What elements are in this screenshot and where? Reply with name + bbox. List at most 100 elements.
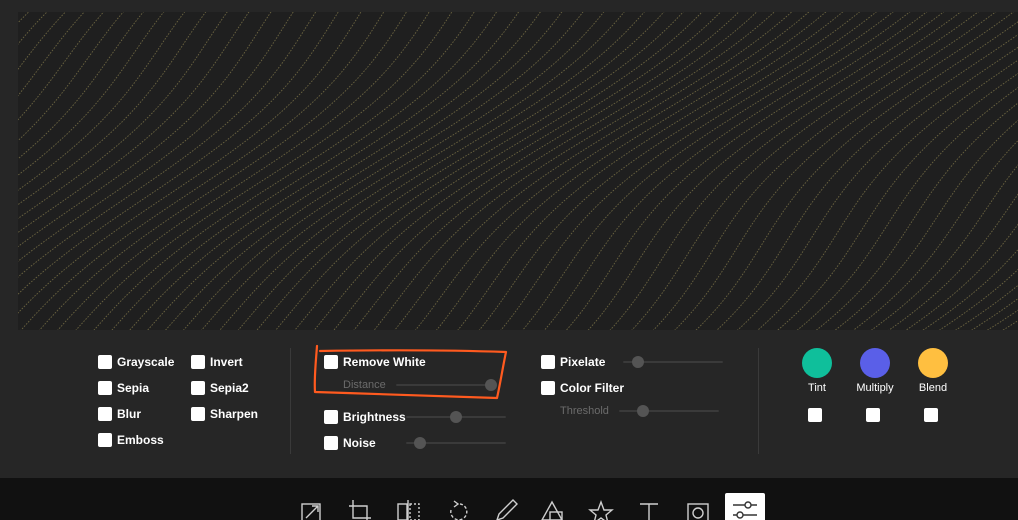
crop-tool[interactable] [345,490,373,520]
wave-line [333,12,740,330]
filter-color-filter[interactable]: Color Filter [541,380,624,396]
brightness-slider-thumb[interactable] [450,411,462,423]
filter-icon [733,501,757,519]
sepia-checkbox[interactable] [98,381,112,395]
multiply-color-swatch[interactable] [860,348,890,378]
threshold-slider[interactable] [619,405,719,417]
filter-grayscale[interactable]: Grayscale [98,354,174,370]
wave-line [716,34,1018,330]
wave-line [111,12,498,330]
tint-label: Tint [808,382,826,394]
filter-sharpen[interactable]: Sharpen [191,406,258,422]
shape-tool[interactable] [538,490,566,520]
remove-white-checkbox[interactable] [324,355,338,369]
wave-line [938,268,1018,330]
draw-icon [496,499,518,520]
rotate-tool[interactable] [443,490,471,520]
wave-line [695,21,1018,330]
color-filter-checkbox[interactable] [541,381,555,395]
resize-icon [301,503,321,520]
wave-line [18,12,144,160]
wave-line [18,12,272,248]
wave-line [18,12,67,70]
color-filter-label: Color Filter [560,381,625,395]
wave-line [737,46,1018,330]
blend-label: Blend [918,382,948,394]
grayscale-checkbox[interactable] [98,355,112,369]
emboss-label: Emboss [117,433,164,447]
sepia-label: Sepia [117,381,150,395]
invert-label: Invert [210,355,243,369]
distance-label: Distance [343,379,386,391]
threshold-slider-thumb[interactable] [637,405,649,417]
tint-checkbox[interactable] [808,408,822,422]
filter-pixelate[interactable]: Pixelate [541,354,605,370]
multiply-checkbox[interactable] [866,408,880,422]
filter-sepia[interactable]: Sepia [98,380,149,396]
text-tool[interactable] [635,490,663,520]
filter-sepia2[interactable]: Sepia2 [191,380,249,396]
bottom-toolbar [0,478,1018,520]
wave-line [18,12,207,206]
crop-icon [349,500,371,520]
wave-line [18,12,124,142]
wave-line [18,12,105,121]
icon-star-icon [588,500,614,520]
pixelate-slider-thumb[interactable] [632,356,644,368]
draw-tool[interactable] [491,490,519,520]
wave-line [757,59,1018,330]
wave-line [18,12,362,314]
image-canvas[interactable] [18,12,1018,330]
wave-line [237,12,645,330]
wave-line [18,12,85,97]
wave-line [1002,320,1018,330]
mask-tool[interactable] [684,490,712,520]
emboss-checkbox[interactable] [98,433,112,447]
sepia2-checkbox[interactable] [191,381,205,395]
filter-invert[interactable]: Invert [191,354,243,370]
filters-panel: Grayscale Sepia Blur Emboss Invert Sepia… [0,330,1018,478]
wave-line [18,12,317,278]
pixelate-checkbox[interactable] [541,355,555,369]
distance-slider[interactable] [396,379,497,391]
filter-tool[interactable] [725,493,765,520]
filter-remove-white[interactable]: Remove White [324,354,426,370]
blur-checkbox[interactable] [98,407,112,421]
wave-line [796,87,1018,330]
pixelate-label: Pixelate [560,355,606,369]
noise-label: Noise [343,436,376,450]
invert-checkbox[interactable] [191,355,205,369]
icon-tool[interactable] [587,490,615,520]
flip-tool[interactable] [394,490,422,520]
wave-line [93,12,475,330]
brightness-checkbox[interactable] [324,410,338,424]
filter-brightness[interactable]: Brightness [324,409,406,425]
flip-icon [397,500,420,520]
wave-line [609,12,962,330]
brightness-slider[interactable] [406,411,506,423]
distance-slider-thumb[interactable] [485,379,497,391]
noise-slider-thumb[interactable] [414,437,426,449]
noise-checkbox[interactable] [324,436,338,450]
wave-line [971,298,1018,330]
wave-line [18,12,294,262]
grayscale-label: Grayscale [117,355,175,369]
wave-line [219,12,625,330]
wave-line [75,12,453,330]
pixelate-slider[interactable] [623,356,723,368]
wave-line [652,12,997,330]
wave-line [147,12,541,330]
tint-color-swatch[interactable] [802,348,832,378]
wave-line [18,12,30,24]
resize-tool[interactable] [298,490,326,520]
wave-line [18,12,22,330]
wave-line [815,102,1018,330]
filter-emboss[interactable]: Emboss [98,432,164,448]
blend-checkbox[interactable] [924,408,938,422]
noise-slider[interactable] [406,437,506,449]
filter-noise[interactable]: Noise [324,435,376,451]
wave-line [256,12,665,330]
blend-color-swatch[interactable] [918,348,948,378]
sharpen-checkbox[interactable] [191,407,205,421]
filter-blur[interactable]: Blur [98,406,141,422]
